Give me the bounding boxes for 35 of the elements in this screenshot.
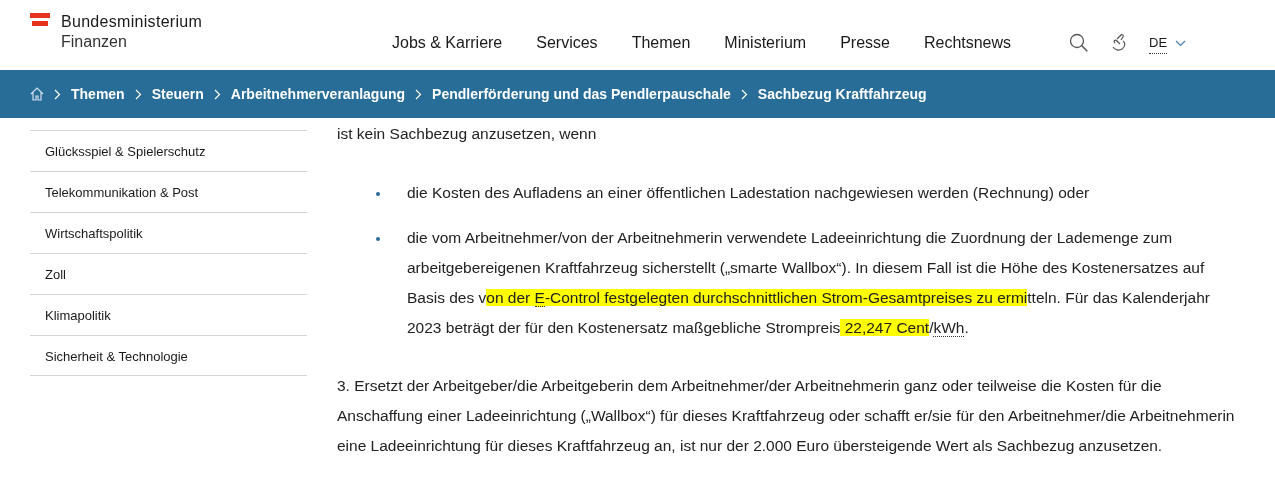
chevron-icon [415, 88, 423, 100]
nav-link[interactable]: Services [536, 31, 598, 55]
logo-subtitle: Finanzen [61, 32, 128, 52]
chevron-icon [740, 88, 748, 100]
chevron-icon [213, 88, 221, 100]
caret-icon [1175, 39, 1187, 47]
nav-link[interactable]: Presse [840, 31, 890, 55]
bullet-icon [376, 237, 380, 241]
paragraph-text: 3. Ersetzt der Arbeitgeber/die Arbeitgeberin dem Arbeitnehmer/der Arbeitnehmerin ganz oder teilweise die Kosten für die Anschaffung einer Ladeeinrichtung („Wallbox“) für dieses Kraftfahrzeug oder schafft er/sie für den Arbeitnehmer/die Arbeitnehmerin eine Ladeeinrichtung für dieses Kraftfahrzeug an, ist nur der 2.000 Euro übersteigende Wert als Sachbezug anzusetzen. [337, 376, 1236, 456]
sidebar-link[interactable]: Wirtschaftspolitik [30, 212, 307, 253]
bullet-text: die Kosten des Aufladens an einer öffentlichen Ladestation nachgewiesen werden (Rechnung) oder [407, 183, 1091, 203]
chevron-icon [54, 88, 61, 100]
sidebar-link[interactable]: Glücksspiel & Spielerschutz [30, 130, 307, 171]
breadcrumb-link[interactable]: Sachbezug Kraftfahrzeug [757, 83, 927, 105]
nav-link[interactable]: Ministerium [724, 31, 807, 55]
logo-title: Bundesministerium [61, 12, 203, 32]
breadcrumb-link[interactable]: Pendlerförderung und das Pendlerpauschale [432, 83, 731, 105]
intro-text: ist kein Sachbezug anzusetzen, wenn [337, 124, 598, 144]
sidebar-link[interactable]: Klimapolitik [30, 294, 307, 335]
home-icon[interactable] [30, 87, 44, 101]
language-selector[interactable]: DE [1149, 33, 1187, 54]
nav-link[interactable]: Themen [631, 31, 691, 55]
breadcrumb-link[interactable]: Themen [71, 83, 125, 105]
sign-language-icon[interactable] [1111, 33, 1128, 54]
search-icon[interactable] [1069, 33, 1090, 54]
bullet-icon [376, 192, 380, 196]
flag-logo-icon [30, 13, 50, 27]
nav-link[interactable]: Jobs & Karriere [392, 31, 503, 55]
sidebar-link[interactable]: Sicherheit & Technologie [30, 335, 307, 376]
nav-link[interactable]: Rechtsnews [923, 31, 1012, 55]
breadcrumb-link[interactable]: Steuern [151, 83, 204, 105]
sidebar-link[interactable]: Zoll [30, 253, 307, 294]
chevron-icon [134, 88, 142, 100]
sidebar-link[interactable]: Telekommunikation & Post [30, 171, 307, 212]
breadcrumb-link[interactable]: Arbeitnehmerveranlagung [230, 83, 406, 105]
